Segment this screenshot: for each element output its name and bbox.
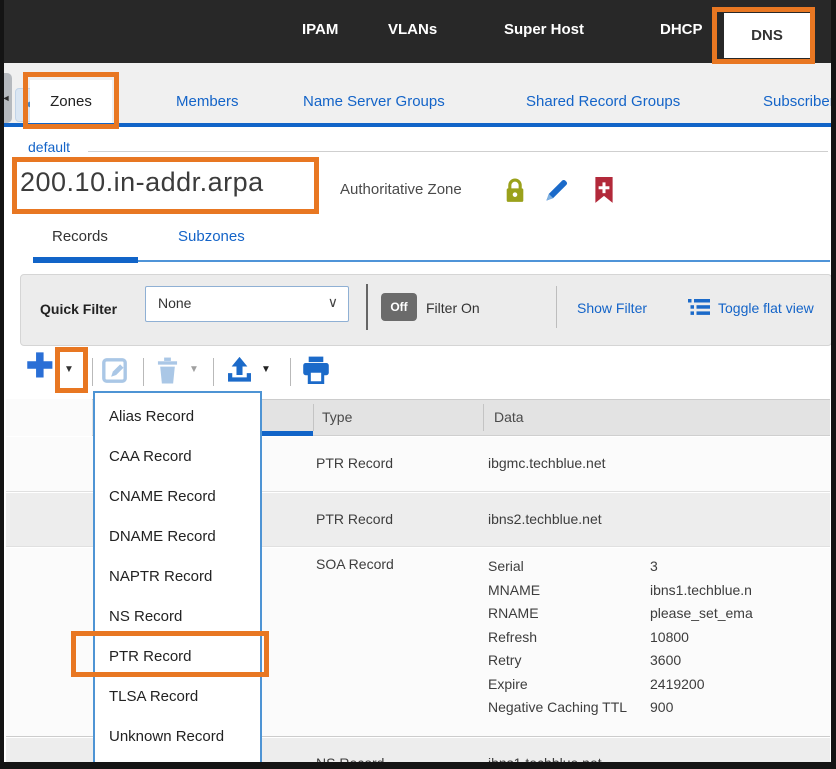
upload-options-caret[interactable]: ▼ <box>261 364 271 375</box>
flat-list-icon[interactable] <box>688 298 710 316</box>
quick-filter-label: Quick Filter <box>40 301 117 317</box>
filter-on-toggle[interactable]: Off <box>381 293 417 321</box>
tab-members[interactable]: Members <box>176 93 239 110</box>
edit-pencil-icon[interactable] <box>543 177 569 204</box>
menu-item-ns-record[interactable]: NS Record <box>95 597 260 637</box>
subtab-active-underline <box>33 257 138 263</box>
column-header-type[interactable]: Type <box>322 409 352 425</box>
nav-item-vlans[interactable]: VLANs <box>388 21 437 38</box>
menu-item-tlsa-record[interactable]: TLSA Record <box>95 677 260 717</box>
collapse-panel-handle[interactable]: ◄ <box>0 73 12 123</box>
soa-record-details: Serial3 MNAMEibns1.techblue.n RNAMEpleas… <box>488 555 753 720</box>
edit-button edit-icon[interactable] <box>101 357 128 389</box>
breadcrumb-default-link[interactable]: default <box>28 139 70 155</box>
breadcrumb-divider <box>88 151 828 152</box>
subtab-subzones[interactable]: Subzones <box>178 228 245 245</box>
subtab-divider-line <box>33 260 830 262</box>
lock-icon <box>502 177 528 204</box>
menu-item-naptr-record[interactable]: NAPTR Record <box>95 557 260 597</box>
quick-filter-value: None <box>158 295 191 311</box>
nav-item-dhcp[interactable]: DHCP <box>660 21 703 38</box>
top-nav-bar: IPAM VLANs Super Host DHCP DNS <box>0 0 836 63</box>
chevron-down-icon: ∨ <box>328 294 338 311</box>
menu-item-cname-record[interactable]: CNAME Record <box>95 477 260 517</box>
add-record-caret[interactable]: ▼ <box>64 364 74 375</box>
delete-button trash-icon[interactable] <box>155 357 180 389</box>
menu-item-ptr-record[interactable]: PTR Record <box>95 637 260 677</box>
infoblox-dns-screen: IPAM VLANs Super Host DHCP DNS ◄ ◀ Zones… <box>0 0 836 769</box>
tab-name-server-groups[interactable]: Name Server Groups <box>303 93 445 110</box>
nav-item-super-host[interactable]: Super Host <box>504 21 584 38</box>
menu-item-alias-record[interactable]: Alias Record <box>95 397 260 437</box>
show-filter-link[interactable]: Show Filter <box>577 300 647 316</box>
upload-button upload-icon[interactable] <box>225 355 254 389</box>
page-title: 200.10.in-addr.arpa <box>20 167 264 198</box>
subtab-records-active[interactable]: Records <box>52 228 108 245</box>
nav-item-ipam[interactable]: IPAM <box>302 21 338 38</box>
add-record-dropdown-menu: Alias Record CAA Record CNAME Record DNA… <box>93 391 262 766</box>
tab-subscriber-services[interactable]: Subscriber Services <box>763 93 836 110</box>
bookmark-add-icon[interactable] <box>592 177 618 204</box>
column-header-data[interactable]: Data <box>494 409 524 425</box>
filter-on-label: Filter On <box>426 300 480 316</box>
nav-item-dns-active[interactable]: DNS <box>724 13 810 58</box>
tab-shared-record-groups[interactable]: Shared Record Groups <box>526 93 680 110</box>
menu-item-caa-record[interactable]: CAA Record <box>95 437 260 477</box>
menu-item-dname-record[interactable]: DNAME Record <box>95 517 260 557</box>
print-button printer-icon[interactable] <box>301 356 331 389</box>
tab-zones-active[interactable]: Zones <box>30 80 112 123</box>
zone-type-label: Authoritative Zone <box>340 181 462 198</box>
add-record-button plus-icon[interactable]: ✚ <box>26 348 54 384</box>
filter-divider <box>366 284 368 330</box>
quick-filter-select[interactable]: None ∨ <box>145 286 349 322</box>
filter-divider-2 <box>556 286 557 328</box>
delete-options-caret[interactable]: ▼ <box>189 364 199 375</box>
toggle-flat-view-link[interactable]: Toggle flat view <box>718 300 814 316</box>
menu-item-unknown-record[interactable]: Unknown Record <box>95 717 260 757</box>
